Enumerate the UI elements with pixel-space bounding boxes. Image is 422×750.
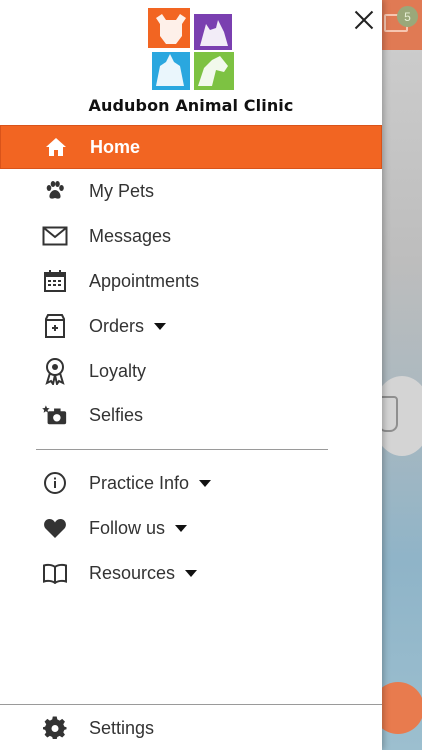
- home-icon: [43, 134, 69, 160]
- menu-item-label: Selfies: [89, 404, 144, 425]
- menu-item-follow-us[interactable]: Follow us: [0, 506, 382, 550]
- menu-item-label: Messages: [89, 225, 172, 246]
- navigation-drawer: Audubon Animal Clinic Home My Pets Messa…: [0, 0, 382, 750]
- clinic-name: Audubon Animal Clinic: [88, 96, 294, 115]
- menu-item-home[interactable]: Home: [0, 125, 382, 169]
- chevron-down-icon: [175, 525, 188, 533]
- menu-item-label: Follow us: [89, 518, 188, 539]
- award-ribbon-icon: [42, 358, 68, 385]
- close-icon[interactable]: [350, 6, 378, 34]
- pet-food-bag-icon: [42, 313, 68, 339]
- menu-item-loyalty[interactable]: Loyalty: [0, 349, 382, 393]
- unread-badge: 5: [397, 6, 418, 27]
- background-app: [382, 0, 422, 750]
- menu-item-label: Orders: [89, 316, 167, 337]
- chevron-down-icon: [154, 323, 167, 331]
- chevron-down-icon: [185, 570, 198, 578]
- menu-item-resources[interactable]: Resources: [0, 551, 382, 595]
- footer-divider: [0, 704, 382, 705]
- heart-icon: [42, 515, 68, 541]
- clinic-logo: [148, 8, 234, 90]
- menu-item-orders[interactable]: Orders: [0, 304, 382, 348]
- menu-item-label: Practice Info: [89, 473, 212, 494]
- menu-item-my-pets[interactable]: My Pets: [0, 169, 382, 213]
- menu-item-label: Home: [90, 136, 141, 157]
- menu-item-appointments[interactable]: Appointments: [0, 259, 382, 303]
- menu-divider: [36, 449, 328, 450]
- paw-icon: [42, 178, 68, 204]
- menu-item-practice-info[interactable]: Practice Info: [0, 461, 382, 505]
- book-icon: [42, 560, 68, 586]
- menu-item-label: Appointments: [89, 270, 200, 291]
- mail-icon: [42, 223, 68, 249]
- gear-icon: [42, 715, 68, 741]
- menu-item-label: My Pets: [89, 180, 155, 201]
- chevron-down-icon: [199, 480, 212, 488]
- menu-item-label: Settings: [89, 717, 155, 738]
- menu-item-messages[interactable]: Messages: [0, 214, 382, 258]
- menu-item-settings[interactable]: Settings: [0, 706, 382, 750]
- camera-star-icon: [42, 402, 68, 428]
- menu-item-selfies[interactable]: Selfies: [0, 393, 382, 437]
- calendar-icon: [42, 268, 68, 294]
- menu-item-label: Loyalty: [89, 360, 147, 381]
- info-icon: [42, 470, 68, 496]
- menu-item-label: Resources: [89, 563, 198, 584]
